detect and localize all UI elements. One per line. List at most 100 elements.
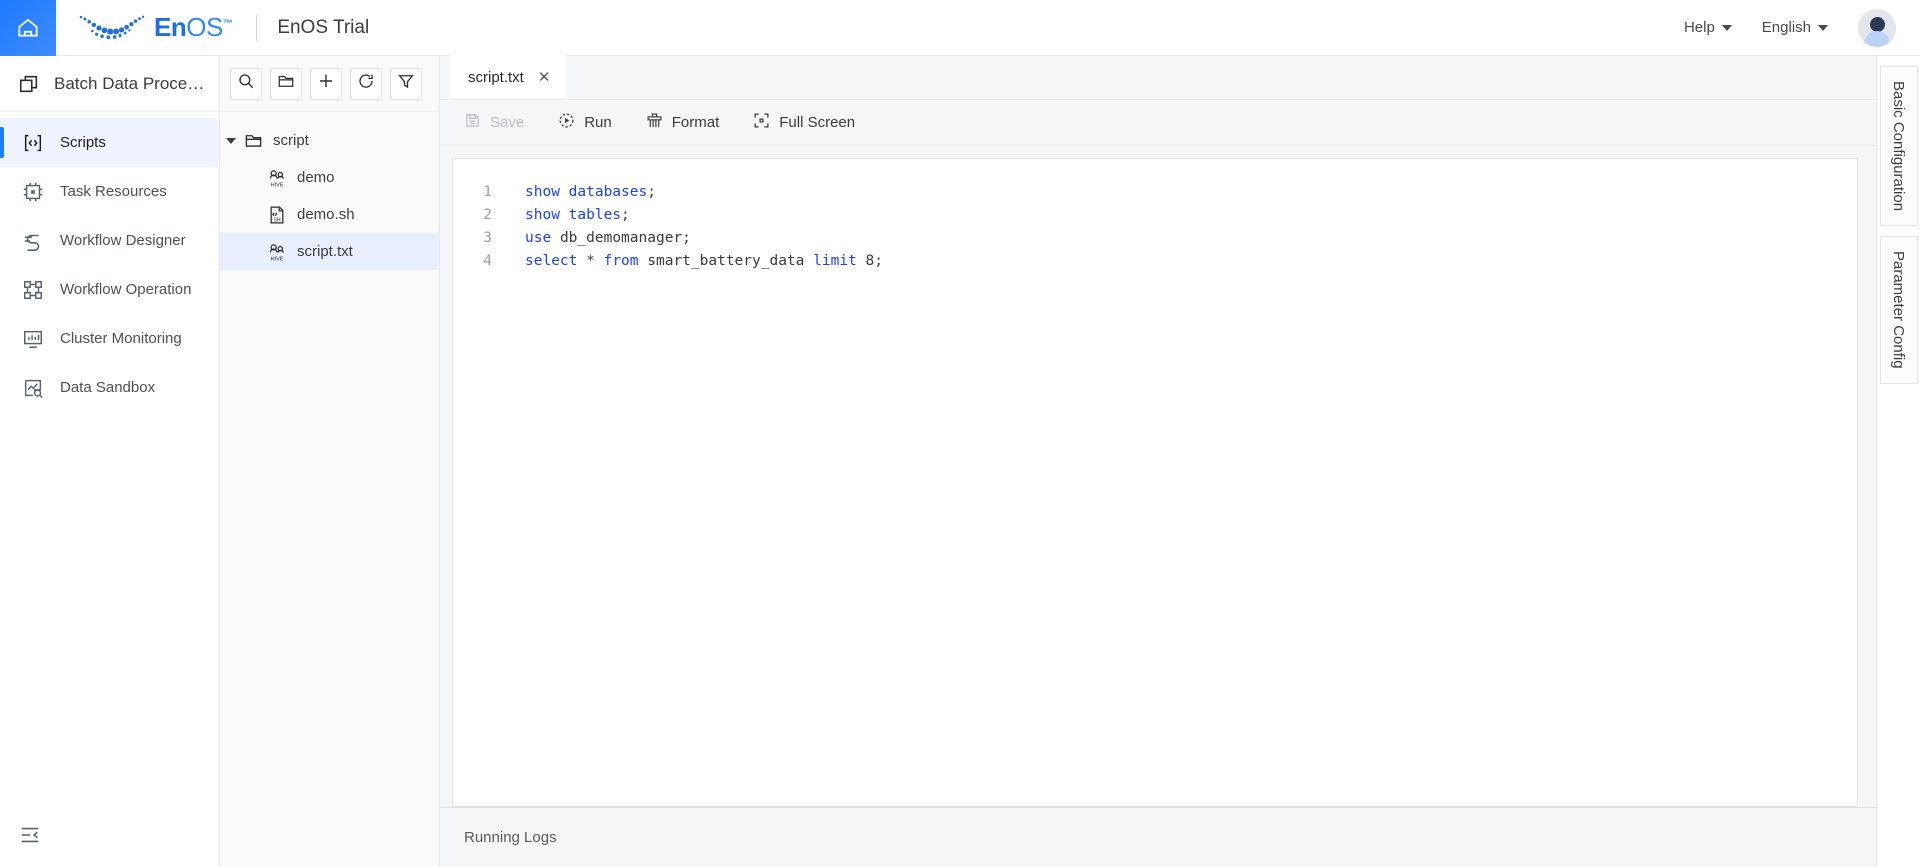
- chevron-down-icon: [1818, 24, 1828, 31]
- editor-area: script.txt ✕ Save Run Format Full Screen…: [440, 55, 1876, 867]
- filter-icon: [397, 72, 415, 95]
- tree-row-script-txt[interactable]: HIVE script.txt: [220, 233, 439, 270]
- home-icon: [15, 15, 41, 41]
- file-tree-panel: script HIVE demo SH demo.sh HIVE script.…: [220, 56, 440, 867]
- svg-text:SH: SH: [273, 217, 280, 223]
- sidebar-item-task-resources[interactable]: Task Resources: [0, 167, 219, 216]
- help-menu[interactable]: Help: [1684, 19, 1732, 36]
- save-button[interactable]: Save: [464, 112, 524, 133]
- header-divider: [256, 14, 258, 41]
- format-label: Format: [671, 114, 720, 131]
- rail-tab-basic-configuration[interactable]: Basic Configuration: [1879, 66, 1918, 227]
- tree-row-demo[interactable]: HIVE demo: [220, 159, 439, 196]
- language-menu[interactable]: English: [1762, 19, 1828, 36]
- line-number-gutter: 1 2 3 4: [453, 159, 497, 806]
- code-token: smart_battery_data: [647, 253, 805, 269]
- sidebar-item-label: Workflow Operation: [60, 281, 192, 298]
- collapse-panel-button[interactable]: [16, 823, 44, 851]
- refresh-icon: [357, 72, 375, 95]
- code-token: ;: [647, 184, 656, 200]
- run-button[interactable]: Run: [558, 112, 612, 133]
- search-button[interactable]: [230, 67, 262, 100]
- enos-swoosh-logo: [74, 8, 152, 48]
- editor-tabbar: script.txt ✕: [440, 55, 1876, 100]
- sidebar-title: Batch Data Proce…: [54, 73, 205, 93]
- close-icon[interactable]: ✕: [538, 70, 551, 85]
- sidebar-nav: Scripts Task Resources Workflow Designer…: [0, 112, 219, 412]
- avatar[interactable]: [1858, 8, 1896, 47]
- code-content[interactable]: show databases; show tables; use db_demoma…: [497, 159, 1857, 806]
- refresh-button[interactable]: [350, 67, 382, 100]
- right-rail: Basic Configuration Parameter Config: [1876, 56, 1920, 867]
- sidebar-item-label: Data Sandbox: [60, 379, 156, 396]
- code-token: *: [577, 253, 604, 269]
- sidebar-item-label: Workflow Designer: [60, 232, 186, 249]
- tree-label: script.txt: [297, 243, 353, 260]
- app-title: EnOS Trial: [277, 16, 370, 38]
- line-number: 1: [483, 184, 492, 200]
- svg-text:HIVE: HIVE: [271, 256, 284, 262]
- add-button[interactable]: [310, 67, 342, 100]
- sidebar-item-cluster-monitoring[interactable]: Cluster Monitoring: [0, 314, 219, 363]
- sidebar-item-scripts[interactable]: Scripts: [0, 118, 219, 167]
- sidebar-item-workflow-operation[interactable]: Workflow Operation: [0, 265, 219, 314]
- stacked-squares-icon: [18, 73, 40, 95]
- filter-button[interactable]: [390, 67, 422, 100]
- sidebar-item-data-sandbox[interactable]: Data Sandbox: [0, 363, 219, 412]
- monitor-chart-icon: [22, 328, 44, 350]
- sidebar-item-label: Cluster Monitoring: [60, 330, 182, 347]
- brand-wordmark: EnOS™: [154, 12, 233, 43]
- code-token: show: [525, 184, 560, 200]
- tree-label: demo: [297, 169, 335, 186]
- tab-script-txt[interactable]: script.txt ✕: [450, 55, 567, 99]
- hive-file-icon: HIVE: [266, 167, 288, 189]
- new-folder-button[interactable]: [270, 67, 302, 100]
- rail-tab-label: Basic Configuration: [1890, 81, 1907, 212]
- code-line: show tables;: [525, 204, 1857, 227]
- fullscreen-icon: [753, 112, 770, 133]
- file-tree: script HIVE demo SH demo.sh HIVE script.…: [220, 112, 439, 270]
- sh-file-icon: SH: [266, 204, 288, 226]
- running-logs-title: Running Logs: [464, 829, 557, 846]
- tree-row-demo-sh[interactable]: SH demo.sh: [220, 196, 439, 233]
- rail-tab-parameter-config[interactable]: Parameter Config: [1879, 236, 1918, 384]
- code-token: db_demomanager: [559, 230, 683, 246]
- search-icon: [237, 72, 255, 95]
- format-button[interactable]: Format: [646, 112, 720, 133]
- line-number: 3: [483, 230, 492, 246]
- workflow-graph-icon: [22, 279, 44, 301]
- code-line: show databases;: [525, 181, 1857, 204]
- code-token: ;: [682, 230, 691, 246]
- chevron-down-icon[interactable]: [220, 137, 242, 144]
- data-sandbox-icon: [22, 377, 44, 399]
- plus-icon: [317, 72, 335, 95]
- brand: EnOS™ EnOS Trial: [74, 8, 369, 48]
- home-button[interactable]: [0, 0, 56, 56]
- tab-label: script.txt: [468, 68, 524, 86]
- sidebar-header: Batch Data Proce…: [0, 56, 219, 112]
- line-number: 2: [483, 207, 492, 223]
- code-token: ;: [874, 253, 883, 269]
- body: Batch Data Proce… Scripts Task Resources…: [0, 55, 1920, 867]
- code-token: tables: [568, 207, 622, 223]
- fullscreen-button[interactable]: Full Screen: [753, 112, 855, 133]
- code-token: select: [525, 253, 578, 269]
- running-logs-panel[interactable]: Running Logs: [440, 807, 1876, 867]
- tree-label: demo.sh: [297, 206, 355, 223]
- run-icon: [558, 112, 575, 133]
- hive-file-icon: HIVE: [266, 241, 288, 263]
- tree-row-root[interactable]: script: [220, 122, 439, 159]
- code-brackets-icon: [22, 132, 44, 154]
- sidebar-item-workflow-designer[interactable]: Workflow Designer: [0, 216, 219, 265]
- code-editor[interactable]: 1 2 3 4 show databases; show tables; use d…: [452, 158, 1858, 807]
- chevron-down-icon: [1721, 24, 1732, 31]
- sidebar-item-label: Task Resources: [60, 183, 167, 200]
- app-root: EnOS™ EnOS Trial Help English Batch Data…: [0, 0, 1920, 867]
- chip-icon: [22, 181, 44, 203]
- collapse-panel-icon: [19, 824, 41, 851]
- code-line: use db_demomanager;: [525, 227, 1857, 250]
